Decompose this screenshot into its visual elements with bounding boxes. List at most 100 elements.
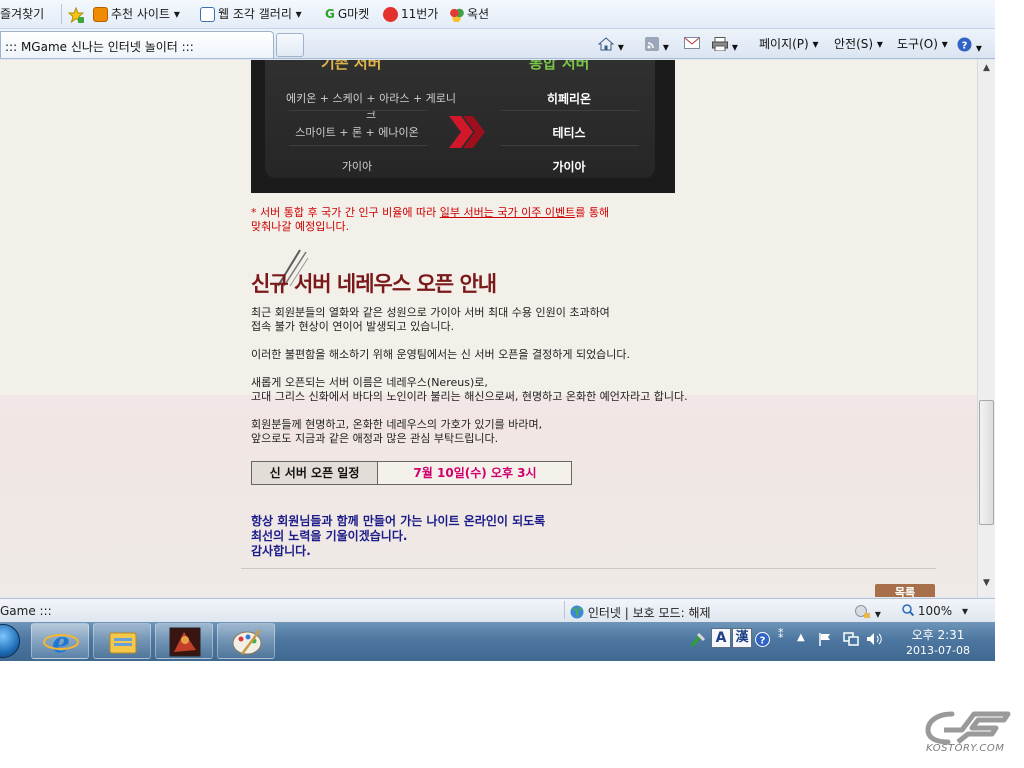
browser-window: 즐겨찾기 추천 사이트 ▾ 웹 조각 갤러리 ▾ G G마켓 11번가 옥션 ::… [0,0,995,661]
zoom-icon [902,604,915,617]
page-content: 기존 서버 통합 서버 에키온 + 스케이 + 아라스 + 게로니크 히페리온 … [0,60,977,597]
tools-menu[interactable]: 도구(O) ▾ [897,37,948,51]
tray-network-tool-icon[interactable] [690,632,708,651]
printer-icon [712,37,728,52]
tab-mgame[interactable]: ::: MGame 신나는 인터넷 놀이터 ::: [0,31,274,58]
paragraph-2: 이러한 불편함을 해소하기 위해 운영팀에서는 신 서버 오픈을 결정하게 되었… [251,348,630,362]
zoom-button[interactable]: 100% [902,604,952,618]
security-zone[interactable]: 인터넷 | 보호 모드: 해제 [570,604,711,621]
svg-text:e: e [52,626,70,659]
schedule-label: 신 서버 오픈 일정 [252,462,378,484]
scroll-thumb[interactable] [979,400,994,525]
existing-server-heading: 기존 서버 [321,60,382,72]
banner-from-row: 가이아 [341,160,373,173]
print-button[interactable]: ▾ [712,37,738,54]
home-button[interactable]: ▾ [597,37,624,54]
favorites-button[interactable]: 즐겨찾기 [0,6,44,22]
read-mail-button[interactable] [684,37,700,52]
divider [241,568,936,569]
note-prefix: * 서버 통합 후 국가 간 인구 비율에 따라 [251,206,440,219]
taskbar-game[interactable] [155,623,213,659]
show-hidden-icons-icon[interactable]: ▲ [797,632,805,643]
banner-to-row: 히페리온 [546,92,592,106]
banner-to-row: 가이아 [552,160,586,174]
fav-item-recommended-sites[interactable]: 추천 사이트 ▾ [93,6,180,22]
action-center-flag-icon[interactable] [818,632,832,649]
ime-options-icon[interactable]: ⁑ [778,628,784,641]
row-divider [289,145,427,146]
rss-icon [645,37,659,51]
paragraph-line: 접속 불가 현상이 연이어 발생되고 있습니다. [251,320,455,333]
row-divider [501,145,639,146]
taskbar-explorer[interactable] [93,623,151,659]
banner-from-row: 스마이트 + 론 + 에나이온 [295,126,419,139]
mail-icon [684,37,700,49]
list-button[interactable]: 목록 [875,584,935,597]
add-favorite-button[interactable] [67,6,87,24]
watermark-text: KOSTORY.COM [926,743,1005,754]
paragraph-line: 고대 그리스 신화에서 바다의 노인이라 불리는 해신으로써, 현명하고 온화한… [251,390,688,403]
scroll-up-arrow-icon[interactable]: ▲ [978,63,995,79]
ime-hanja-button[interactable]: 漢 [732,628,752,648]
folder-icon [109,632,137,654]
fav-item-auction[interactable]: 옥션 [449,6,489,22]
zone-text: 인터넷 | 보호 모드: 해제 [587,606,711,620]
game-icon [169,627,201,657]
home-icon [597,37,615,51]
new-tab-button[interactable] [276,33,304,57]
volume-icon[interactable] [866,632,882,649]
ime-help-button[interactable]: ? [755,632,770,650]
fav-item-web-slice-gallery[interactable]: 웹 조각 갤러리 ▾ [200,6,302,22]
server-merge-banner: 기존 서버 통합 서버 에키온 + 스케이 + 아라스 + 게로니크 히페리온 … [251,60,675,193]
help-icon: ? [755,632,770,647]
paragraph-line: 이러한 불편함을 해소하기 위해 운영팀에서는 신 서버 오픈을 결정하게 되었… [251,348,631,361]
vertical-scrollbar[interactable]: ▲ ▼ [977,60,995,597]
tab-command-bar: ::: MGame 신나는 인터넷 놀이터 ::: ▾ ▾ ▾ 페이지(P) ▾… [0,29,995,59]
paragraph-line: 앞으로도 지금과 같은 애정과 많은 관심 부탁드립니다. [251,432,499,445]
auction-icon [449,7,464,22]
feeds-button[interactable]: ▾ [645,37,669,54]
fav-item-11st[interactable]: 11번가 [383,6,438,22]
status-separator [564,601,565,619]
taskbar: e A 漢 ? ⁑ ▲ [0,622,995,661]
zoom-level: 100% [917,604,953,618]
svg-text:?: ? [760,636,766,647]
banner-from-row: 에키온 + 스케이 + 아라스 + 게로니크 [285,92,457,121]
note-suffix: 를 통해 [575,206,610,219]
fav-label: 추천 사이트 ▾ [111,7,180,21]
paragraph-4: 회원분들께 현명하고, 온화한 네레우스의 가호가 있기를 바라며, 앞으로도 … [251,418,542,446]
safety-menu[interactable]: 안전(S) ▾ [834,37,883,51]
web-slice-icon [200,7,215,22]
scroll-down-arrow-icon[interactable]: ▼ [978,578,995,594]
note-link[interactable]: 일부 서버는 국가 이주 이벤트 [440,206,575,219]
taskbar-ie[interactable]: e [31,623,89,659]
paragraph-3: 새롭게 오픈되는 서버 이름은 네레우스(Nereus)로, 고대 그리스 신화… [251,376,688,404]
schedule-table: 신 서버 오픈 일정 7월 10일(수) 오후 3시 [251,461,572,485]
page-menu[interactable]: 페이지(P) ▾ [759,37,819,51]
ime-mode-button[interactable]: A [711,628,731,648]
paint-palette-icon [232,629,262,655]
help-button[interactable]: ? ▾ [957,37,982,55]
svg-text:?: ? [962,41,968,52]
fav-item-gmarket[interactable]: G G마켓 [325,6,369,22]
internet-explorer-icon: e [43,626,79,659]
globe-icon [570,605,584,619]
taskbar-paint[interactable] [217,623,275,659]
zoom-dropdown-arrow-icon[interactable]: ▾ [962,604,968,618]
clock-time[interactable]: 오후 2:31 [908,626,968,643]
paragraph-1: 최근 회원분들의 열화와 같은 성원으로 가이아 서버 최대 수용 인원이 초과… [251,306,610,334]
star-add-icon [67,6,85,24]
fav-label: 웹 조각 갤러리 ▾ [218,7,302,21]
clock-date[interactable]: 2013-07-08 [898,644,978,657]
closing-line: 감사합니다. [251,544,311,558]
section-title: 신규 서버 네레우스 오픈 안내 [251,272,497,296]
merged-server-heading: 통합 서버 [529,60,590,72]
start-button[interactable] [0,624,20,658]
status-bar: Game ::: 인터넷 | 보호 모드: 해제 ▾ 100% ▾ [0,598,995,622]
status-popup-button[interactable]: ▾ [855,604,881,621]
protected-mode-icon [855,605,870,618]
row-divider [501,110,639,111]
network-icon[interactable] [843,632,859,649]
gmarket-icon: G [325,7,335,21]
favorites-bar: 즐겨찾기 추천 사이트 ▾ 웹 조각 갤러리 ▾ G G마켓 11번가 옥션 [0,0,995,29]
